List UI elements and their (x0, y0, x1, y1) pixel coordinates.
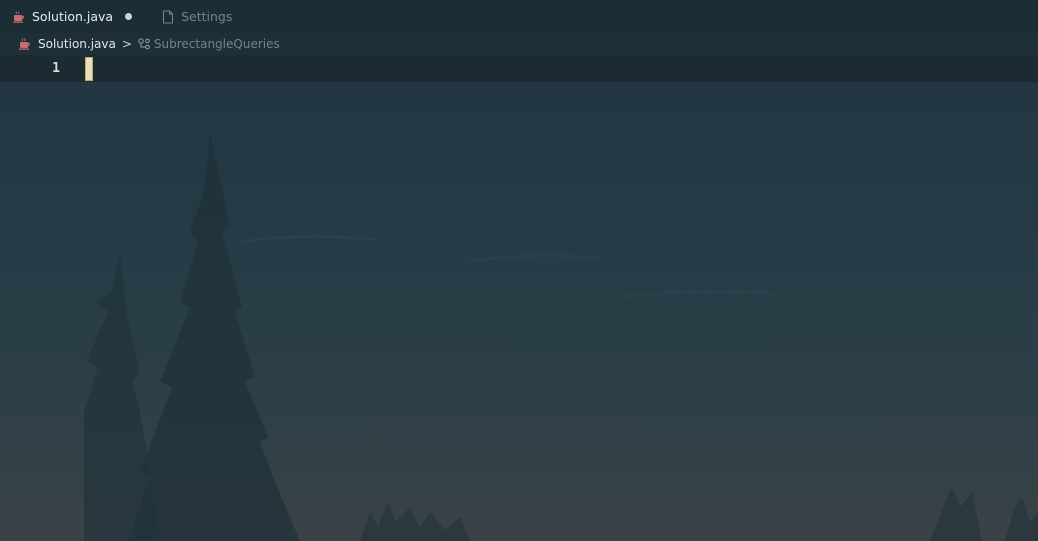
tab-bar: Solution.java Settings (0, 0, 1038, 33)
tab-label: Settings (181, 9, 233, 24)
tab-settings[interactable]: Settings (148, 0, 244, 33)
tab-solution-java[interactable]: Solution.java (0, 0, 149, 33)
breadcrumb-file[interactable]: Solution.java (38, 37, 116, 51)
breadcrumb: Solution.java > SubrectangleQueries (0, 33, 1038, 55)
line-number: 1 (52, 61, 60, 76)
class-symbol-icon (138, 38, 150, 50)
tab-label: Solution.java (32, 9, 114, 24)
line-number-gutter (0, 55, 84, 541)
java-coffee-icon (13, 10, 25, 23)
file-icon (163, 10, 174, 23)
breadcrumb-separator: > (121, 37, 132, 51)
java-coffee-icon (19, 38, 31, 50)
breadcrumb-symbol[interactable]: SubrectangleQueries (154, 37, 280, 51)
code-editor[interactable]: Solution.java Settings Solution.java > S… (0, 0, 1038, 541)
unsaved-changes-dot[interactable] (125, 13, 133, 20)
background-forest-image (0, 82, 1038, 541)
current-line-highlight (0, 55, 1038, 82)
text-cursor (85, 57, 93, 81)
